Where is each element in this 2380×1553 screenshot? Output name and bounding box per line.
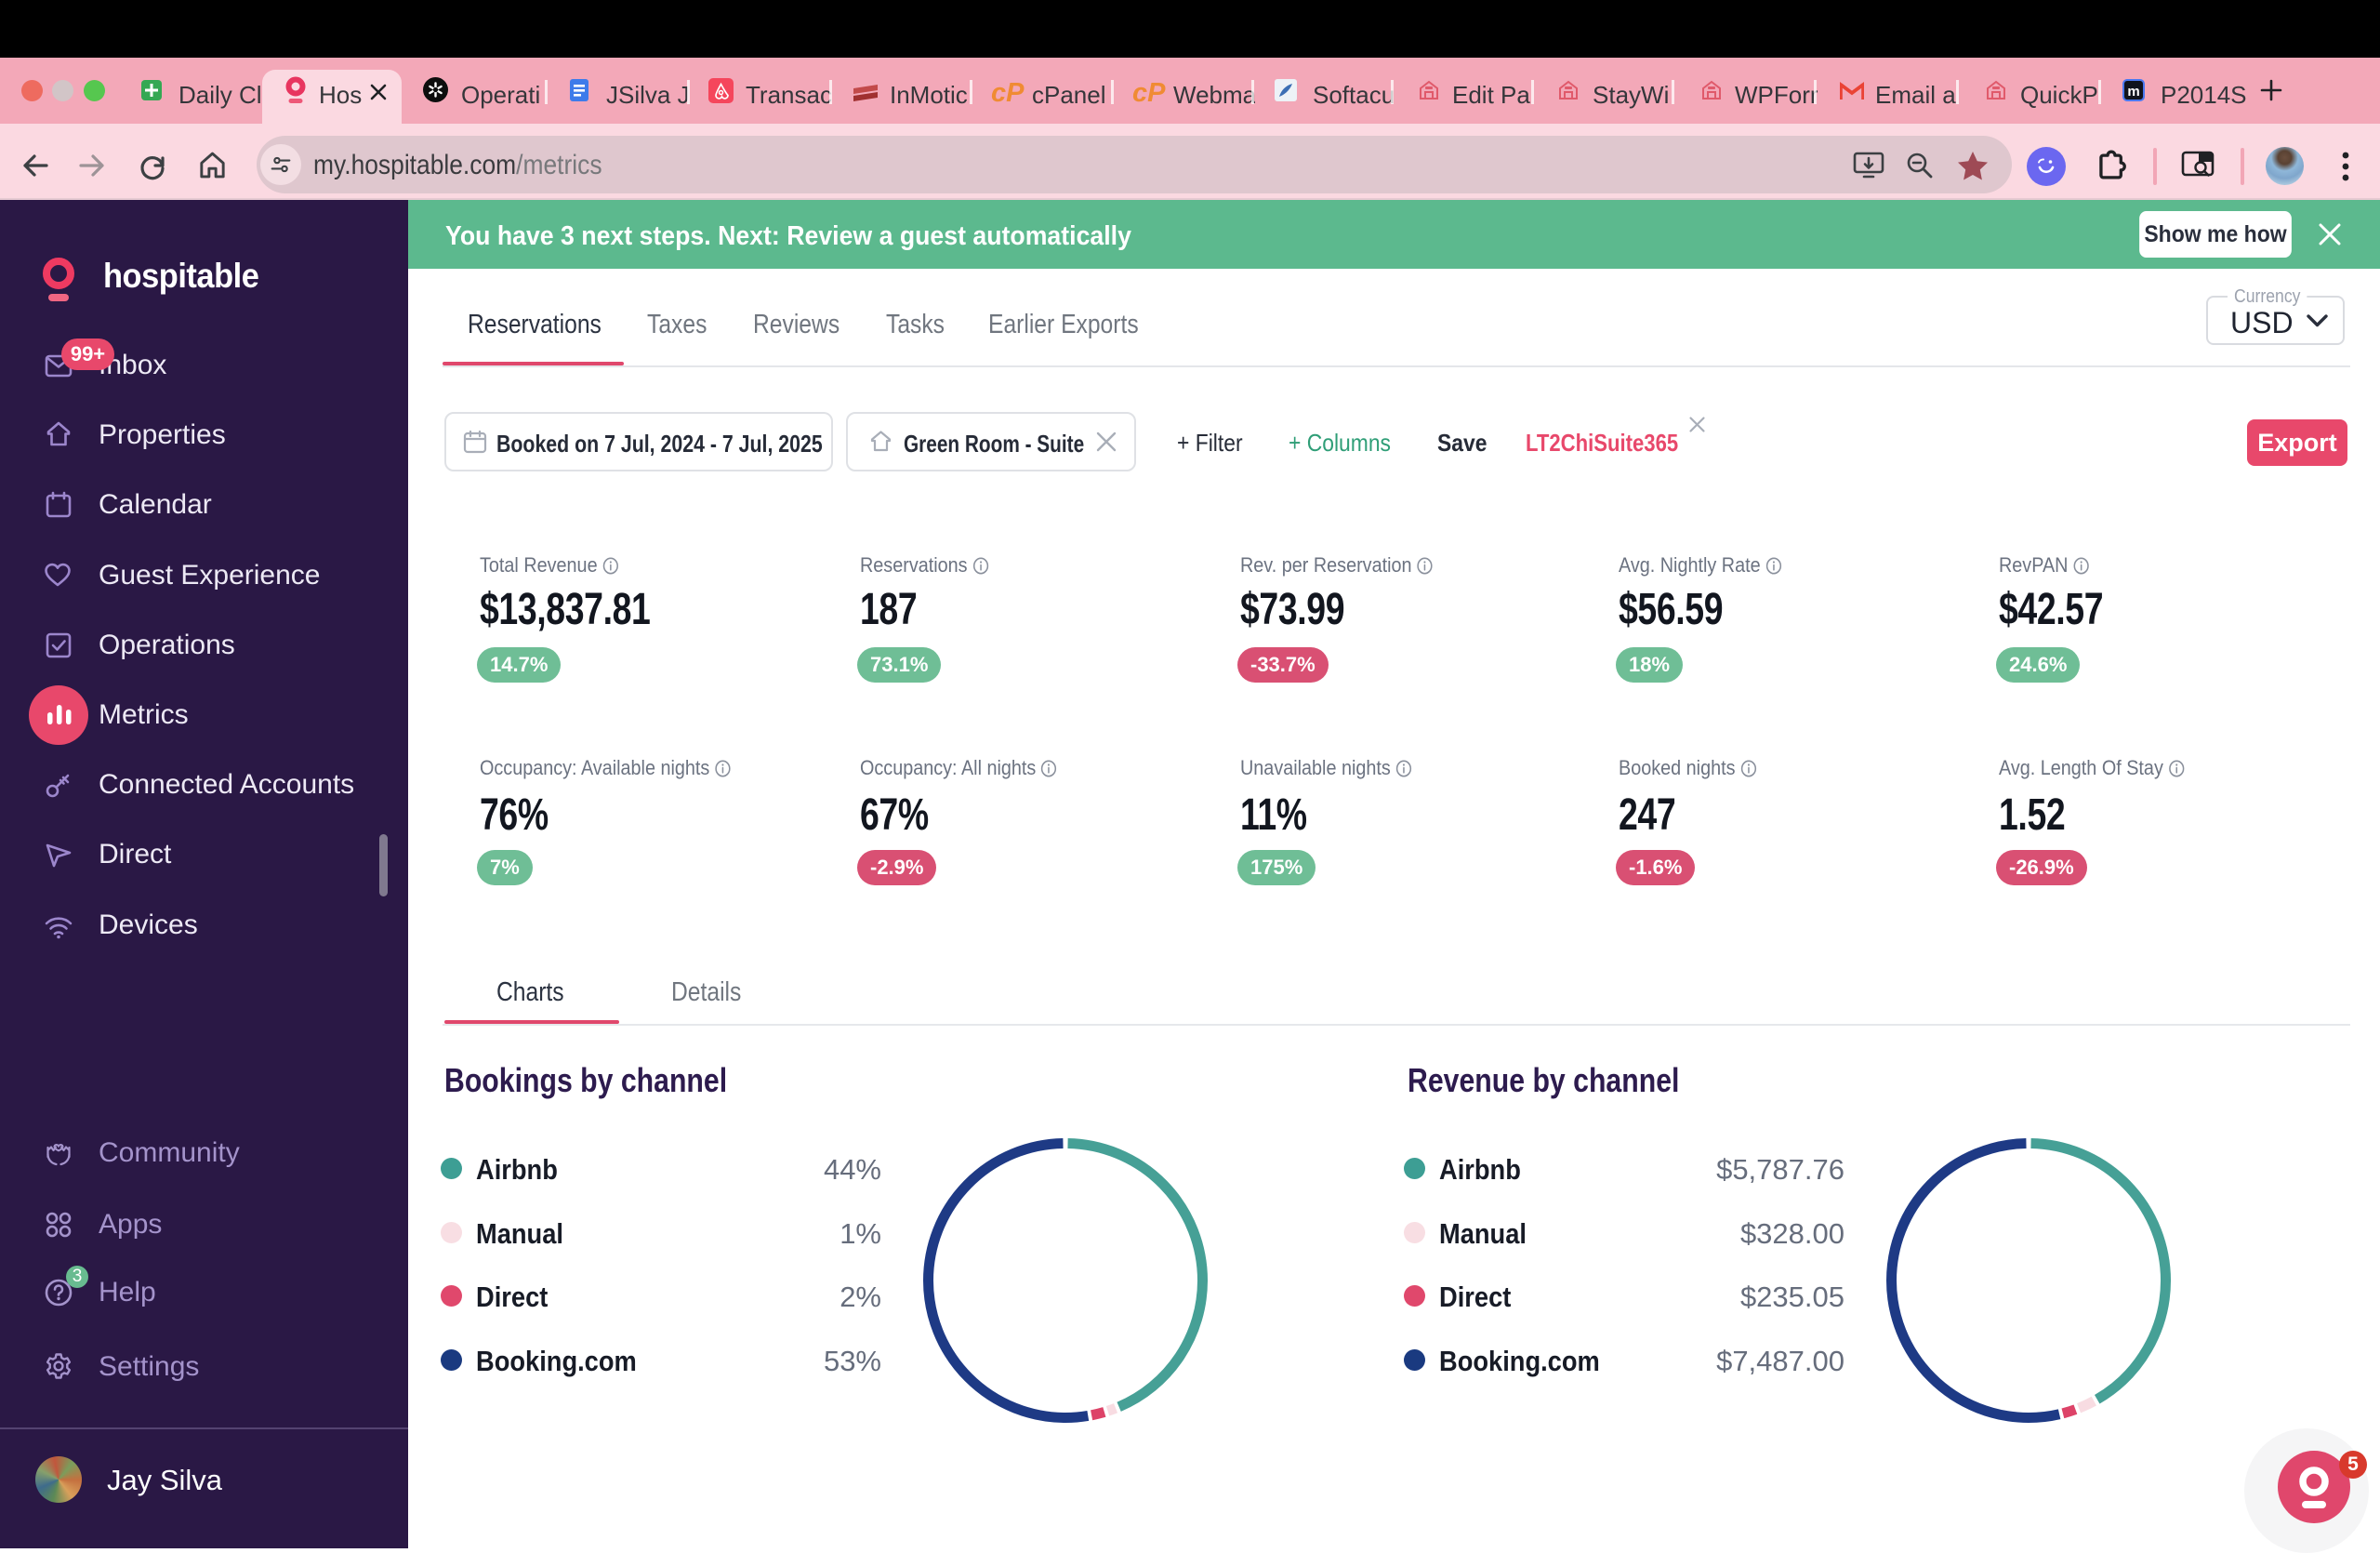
svg-text:m: m xyxy=(2127,84,2139,100)
